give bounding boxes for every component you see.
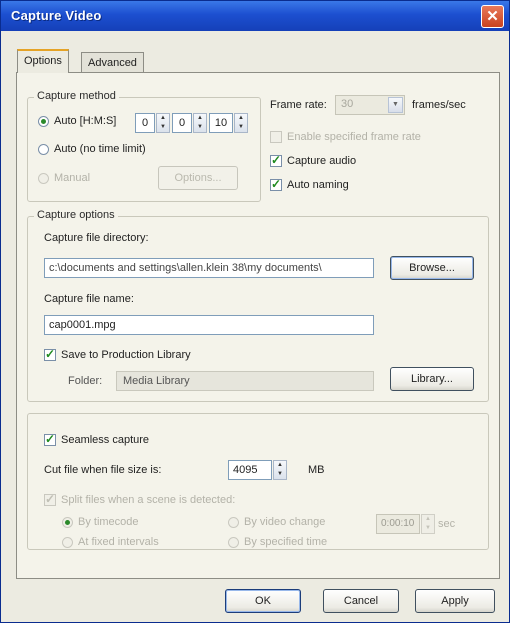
cancel-button[interactable]: Cancel — [323, 589, 399, 613]
radio-indicator — [38, 115, 49, 127]
hours-field[interactable]: 0 — [135, 113, 155, 133]
folder-field: Media Library — [116, 371, 374, 391]
capture-method-legend: Capture method — [34, 90, 119, 102]
capture-filename-field[interactable]: cap0001.mpg — [44, 315, 374, 335]
auto-naming-checkbox[interactable]: Auto naming — [270, 177, 349, 191]
radio-indicator — [38, 143, 49, 155]
split-option-1-radio[interactable]: By timecode — [62, 516, 139, 528]
capture-audio-label: Capture audio — [287, 155, 357, 167]
save-to-library-checkbox[interactable]: Save to Production Library — [44, 347, 191, 361]
split-option-3-label: By video change — [244, 516, 326, 528]
seconds-spinner[interactable]: ▲ ▼ — [234, 113, 248, 133]
split-option-3-radio[interactable]: By video change — [228, 516, 325, 528]
split-option-4-label: By specified time — [244, 536, 328, 548]
auto-naming-label: Auto naming — [287, 179, 349, 191]
browse-button[interactable]: Browse... — [390, 256, 474, 280]
checkbox-indicator — [44, 492, 56, 506]
file-size-units: MB — [308, 464, 325, 476]
radio-indicator — [228, 516, 239, 528]
minutes-field[interactable]: 0 — [172, 113, 192, 133]
split-option-1-label: By timecode — [78, 516, 139, 528]
checkbox-indicator — [270, 177, 282, 191]
options-button[interactable]: Options... — [158, 166, 238, 190]
split-files-checkbox[interactable]: Split files when a scene is detected: — [44, 492, 236, 506]
frame-rate-limit-label: Enable specified frame rate — [287, 131, 421, 143]
chevron-down-icon: ▼ — [388, 97, 403, 113]
save-to-library-label: Save to Production Library — [61, 349, 191, 361]
split-files-label: Split files when a scene is detected: — [61, 494, 236, 506]
options-panel: Capture method Auto [H:M:S] 0 ▲ ▼ 0 ▲ ▼ 10… — [16, 72, 500, 579]
capture-options-legend: Capture options — [34, 209, 118, 221]
hours-spinner[interactable]: ▲ ▼ — [156, 113, 170, 133]
capture-audio-checkbox[interactable]: Capture audio — [270, 153, 357, 167]
seconds-field[interactable]: 10 — [209, 113, 233, 133]
capture-directory-field[interactable]: c:\documents and settings\allen.klein 38… — [44, 258, 374, 278]
frame-rate-units: frames/sec — [412, 99, 466, 111]
seamless-capture-checkbox[interactable]: Seamless capture — [44, 432, 150, 446]
capture-directory-label: Capture file directory: — [44, 232, 149, 244]
manual-label: Manual — [54, 172, 91, 184]
manual-radio[interactable]: Manual — [38, 172, 90, 184]
auto-hms-label: Auto [H:M:S] — [54, 115, 117, 127]
interval-spinner[interactable]: ▲ ▼ — [421, 514, 435, 534]
dialog-title: Capture Video — [11, 8, 102, 23]
frame-rate-limit-checkbox[interactable]: Enable specified frame rate — [270, 131, 421, 143]
capture-options-group: Capture options Capture file directory: … — [27, 209, 489, 402]
radio-indicator — [228, 536, 239, 548]
file-size-field[interactable]: 4095 — [228, 460, 272, 480]
interval-units: sec — [438, 518, 456, 530]
minutes-spinner[interactable]: ▲ ▼ — [193, 113, 207, 133]
frame-rate-value: 30 — [341, 98, 354, 110]
folder-label: Folder: — [68, 375, 103, 387]
auto-no-limit-label: Auto (no time limit) — [54, 143, 146, 155]
split-option-2-label: At fixed intervals — [78, 536, 159, 548]
capture-video-dialog: Capture Video ✕ Options Advanced Capture… — [0, 0, 510, 623]
seamless-capture-group: Seamless capture Cut file when file size… — [27, 413, 489, 550]
checkbox-indicator — [44, 347, 56, 361]
tab-advanced[interactable]: Advanced — [81, 52, 144, 73]
apply-button[interactable]: Apply — [415, 589, 495, 613]
split-option-2-radio[interactable]: At fixed intervals — [62, 536, 159, 548]
radio-indicator — [38, 172, 49, 184]
seamless-capture-label: Seamless capture — [61, 434, 150, 446]
radio-indicator — [62, 536, 73, 548]
library-button[interactable]: Library... — [390, 367, 474, 391]
tab-options[interactable]: Options — [17, 49, 69, 73]
title-bar: Capture Video ✕ — [1, 1, 509, 31]
capture-filename-label: Capture file name: — [44, 293, 134, 305]
checkbox-indicator — [270, 131, 282, 143]
close-icon[interactable]: ✕ — [481, 5, 504, 28]
frame-rate-label: Frame rate: — [270, 99, 327, 111]
checkbox-indicator — [44, 432, 56, 446]
auto-no-limit-radio[interactable]: Auto (no time limit) — [38, 143, 146, 155]
capture-method-group: Capture method Auto [H:M:S] 0 ▲ ▼ 0 ▲ ▼ 10… — [27, 90, 261, 202]
cut-file-label: Cut file when file size is: — [44, 464, 162, 476]
radio-indicator — [62, 516, 73, 528]
file-size-spinner[interactable]: ▲ ▼ — [273, 460, 287, 480]
split-option-4-radio[interactable]: By specified time — [228, 536, 327, 548]
checkbox-indicator — [270, 153, 282, 167]
interval-field[interactable]: 0:00:10 — [376, 514, 420, 534]
ok-button[interactable]: OK — [225, 589, 301, 613]
auto-hms-radio[interactable]: Auto [H:M:S] — [38, 115, 116, 127]
frame-rate-select[interactable]: 30 ▼ — [335, 95, 405, 115]
